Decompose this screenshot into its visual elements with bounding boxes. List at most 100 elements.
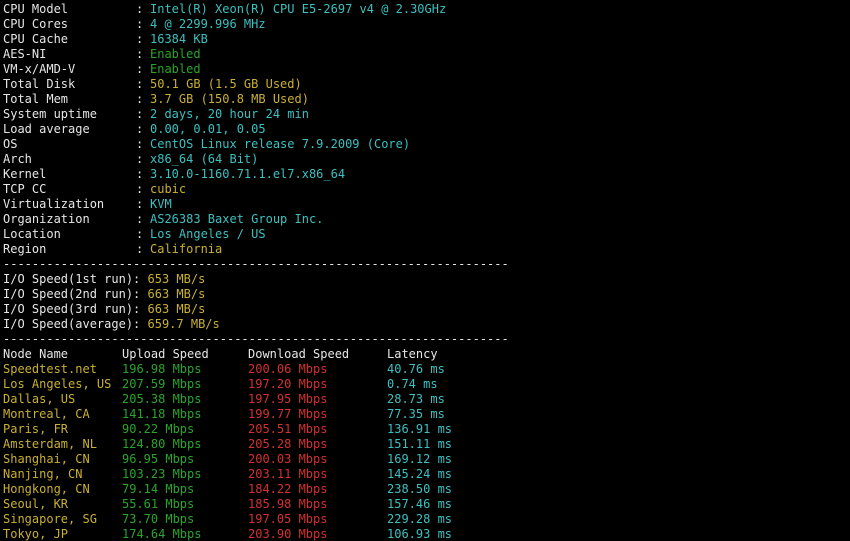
sysinfo-row: TCP CC: cubic [3,182,850,197]
upload-speed: 205.38 Mbps [122,392,202,406]
sysinfo-label: CPU Model [3,2,69,16]
sysinfo-value: 2 days, 20 hour 24 min [150,107,309,121]
sysinfo-row: Region: California [3,242,850,257]
speedtest-row: Hongkong, CN 79.14 Mbps 184.22 Mbps 238.50 … [3,482,850,497]
system-info-block: CPU Model: Intel(R) Xeon(R) CPU E5-2697 v… [3,2,850,257]
node-name: Amsterdam, NL [3,437,97,451]
speedtest-results-block: Speedtest.net 196.98 Mbps 200.06 Mbps 40.76… [3,362,850,541]
io-speed-value: 653 MB/s [147,272,206,286]
sysinfo-label: TCP CC [3,182,47,196]
io-speed-row: I/O Speed(1st run): 653 MB/s [3,272,850,287]
download-speed: 185.98 Mbps [248,497,328,511]
upload-speed: 207.59 Mbps [122,377,202,391]
upload-speed: 196.98 Mbps [122,362,202,376]
sysinfo-label: AES-NI [3,47,47,61]
speedtest-row: Shanghai, CN 96.95 Mbps 200.03 Mbps 169.12 … [3,452,850,467]
separator-line: ----------------------------------------… [3,257,509,271]
node-name: Singapore, SG [3,512,97,526]
sysinfo-value: x86_64 (64 Bit) [150,152,259,166]
sysinfo-value: Los Angeles / US [150,227,266,241]
sysinfo-label: Organization [3,212,90,226]
io-speed-block: I/O Speed(1st run): 653 MB/s I/O Speed(2n… [3,272,850,332]
sysinfo-row: Arch: x86_64 (64 Bit) [3,152,850,167]
download-speed: 203.90 Mbps [248,527,328,541]
sysinfo-label: CPU Cores [3,17,69,31]
node-name: Shanghai, CN [3,452,90,466]
speedtest-row: Tokyo, JP 174.64 Mbps 203.90 Mbps 106.93 ms [3,527,850,541]
sysinfo-value: Intel(R) Xeon(R) CPU E5-2697 v4 @ 2.30GH… [150,2,447,16]
sysinfo-colon: : [136,17,144,31]
sysinfo-row: System uptime:2 days, 20 hour 24 min [3,107,850,122]
sysinfo-colon: : [136,197,144,211]
sysinfo-colon: : [136,212,144,226]
sysinfo-label: Total Mem [3,92,69,106]
sysinfo-colon: : [136,107,144,121]
node-name: Paris, FR [3,422,69,436]
download-speed: 200.03 Mbps [248,452,328,466]
latency: 28.73 ms [387,392,445,406]
speedtest-row: Paris, FR 90.22 Mbps 205.51 Mbps 136.91 ms [3,422,850,437]
io-speed-colon: : [133,317,148,331]
io-speed-label: I/O Speed(1st run) [3,272,134,286]
sysinfo-row: Kernel:3.10.0-1160.71.1.el7.x86_64 [3,167,850,182]
upload-speed: 55.61 Mbps [122,497,195,511]
sysinfo-label: Kernel [3,167,47,181]
sysinfo-colon: : [136,182,144,196]
sysinfo-colon: : [136,137,144,151]
terminal-window[interactable]: CPU Model: Intel(R) Xeon(R) CPU E5-2697 v… [0,0,850,541]
io-speed-value: 663 MB/s [147,302,206,316]
speedtest-row: Dallas, US 205.38 Mbps 197.95 Mbps 28.73 ms [3,392,850,407]
latency: 145.24 ms [387,467,453,481]
upload-speed: 96.95 Mbps [122,452,195,466]
upload-speed: 73.70 Mbps [122,512,195,526]
speedtest-row: Nanjing, CN 103.23 Mbps 203.11 Mbps 145.24 … [3,467,850,482]
sysinfo-colon: : [136,167,144,181]
sysinfo-colon: : [136,122,144,136]
node-name: Nanjing, CN [3,467,83,481]
sysinfo-row: Load average:0.00, 0.01, 0.05 [3,122,850,137]
sysinfo-label: Arch [3,152,32,166]
io-speed-label: I/O Speed(3rd run) [3,302,134,316]
sysinfo-row: CPU Cores:4 @ 2299.996 MHz [3,17,850,32]
sysinfo-row: AES-NI: Enabled [3,47,850,62]
download-speed: 199.77 Mbps [248,407,328,421]
speedtest-row: Singapore, SG 73.70 Mbps 197.05 Mbps 229.28… [3,512,850,527]
io-speed-value: 659.7 MB/s [147,317,220,331]
speedtest-row: Montreal, CA 141.18 Mbps 199.77 Mbps 77.35 … [3,407,850,422]
sysinfo-label: Total Disk [3,77,76,91]
speedtest-row: Amsterdam, NL 124.80 Mbps 205.28 Mbps 151.1… [3,437,850,452]
sysinfo-label: VM-x/AMD-V [3,62,76,76]
sysinfo-label: CPU Cache [3,32,69,46]
sysinfo-value: 16384 KB [150,32,208,46]
latency: 238.50 ms [387,482,453,496]
sysinfo-value: 3.7 GB (150.8 MB Used) [150,92,309,106]
header-upload-speed: Upload Speed [122,347,209,361]
sysinfo-colon: : [136,62,144,76]
download-speed: 205.51 Mbps [248,422,328,436]
io-speed-row: I/O Speed(2nd run): 663 MB/s [3,287,850,302]
sysinfo-value: 4 @ 2299.996 MHz [150,17,266,31]
upload-speed: 79.14 Mbps [122,482,195,496]
sysinfo-colon: : [136,242,144,256]
upload-speed: 103.23 Mbps [122,467,202,481]
header-node-name: Node Name [3,347,69,361]
sysinfo-row: Total Mem:3.7 GB (150.8 MB Used) [3,92,850,107]
node-name: Hongkong, CN [3,482,90,496]
sysinfo-value: California [150,242,223,256]
sysinfo-row: Organization: AS26383 Baxet Group Inc. [3,212,850,227]
sysinfo-colon: : [136,92,144,106]
sysinfo-colon: : [136,152,144,166]
latency: 0.74 ms [387,377,438,391]
io-speed-row: I/O Speed(3rd run): 663 MB/s [3,302,850,317]
sysinfo-row: CPU Cache:16384 KB [3,32,850,47]
sysinfo-value: Enabled [150,47,201,61]
node-name: Montreal, CA [3,407,90,421]
sysinfo-value: 50.1 GB (1.5 GB Used) [150,77,302,91]
header-latency: Latency [387,347,438,361]
upload-speed: 90.22 Mbps [122,422,195,436]
sysinfo-label: System uptime [3,107,97,121]
sysinfo-row: Virtualization: KVM [3,197,850,212]
download-speed: 197.05 Mbps [248,512,328,526]
download-speed: 197.20 Mbps [248,377,328,391]
download-speed: 184.22 Mbps [248,482,328,496]
